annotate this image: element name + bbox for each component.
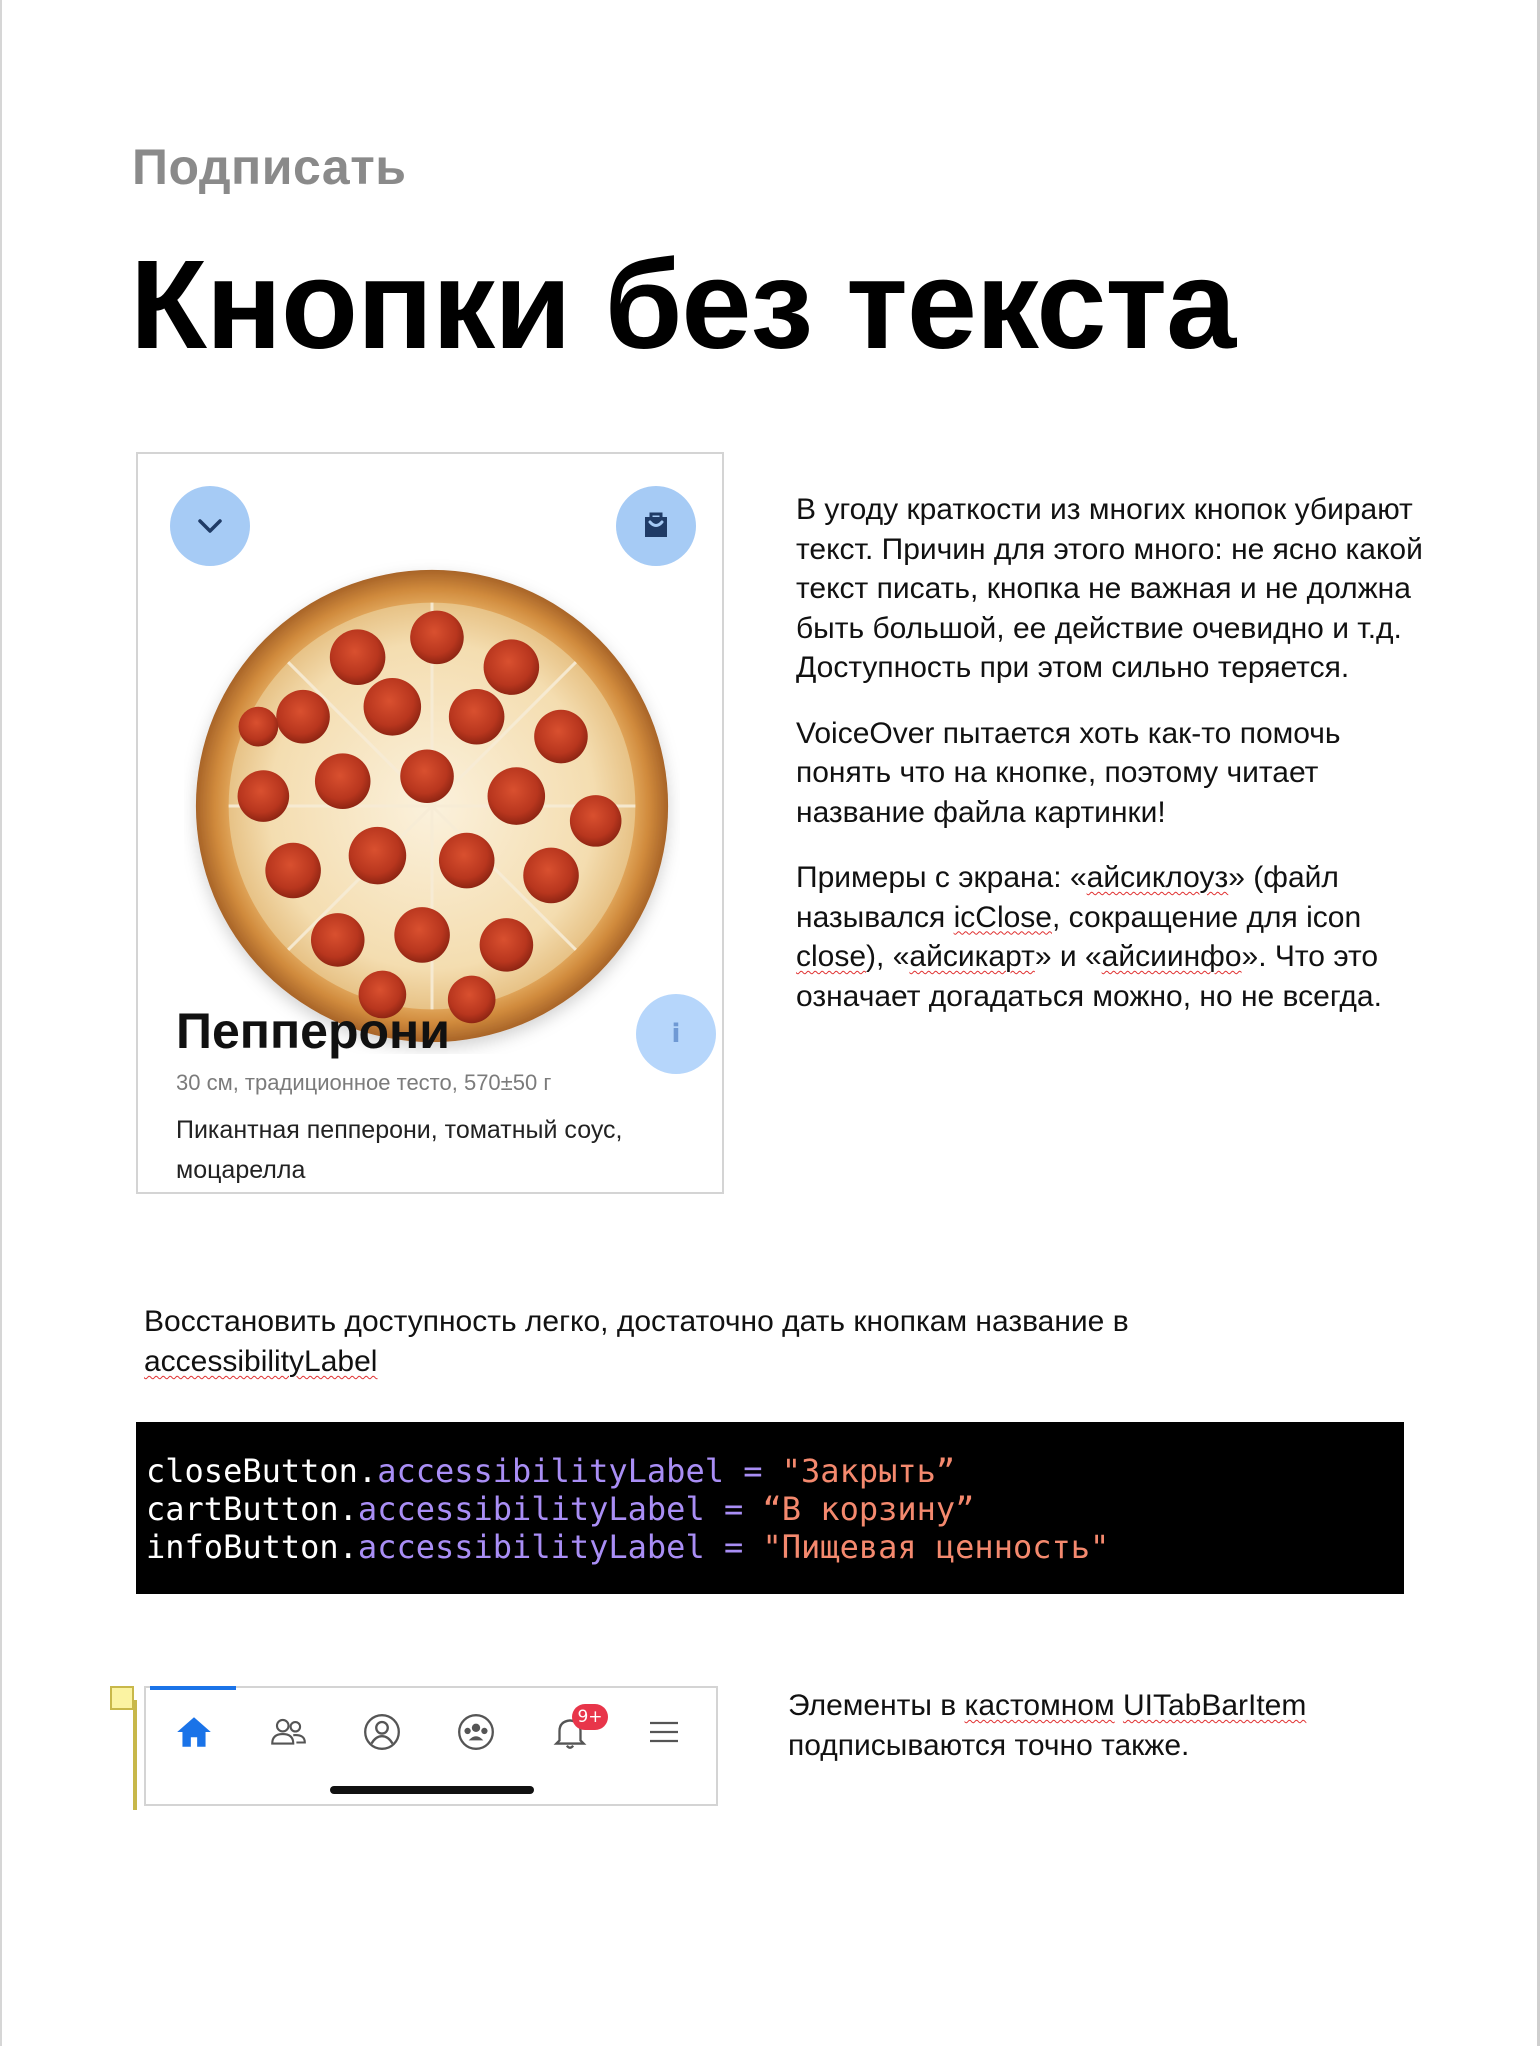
close-button[interactable] [170, 486, 250, 566]
code-dot: . [338, 1528, 358, 1566]
code-operator: = [704, 1490, 763, 1528]
tab-menu[interactable] [636, 1706, 692, 1758]
explanation-paragraph-2: VoiceOver пытается хоть как-то помочь по… [796, 716, 1341, 829]
code-string: "Пищевая ценность" [762, 1528, 1110, 1566]
spelling-flagged-word: close [796, 940, 867, 973]
code-property: accessibilityLabel [357, 1528, 705, 1566]
profile-icon [364, 1714, 400, 1750]
code-object: cartButton [146, 1490, 339, 1528]
cart-button[interactable] [616, 486, 696, 566]
spelling-flagged-word: accessibilityLabel [144, 1345, 378, 1378]
code-operator: = [723, 1452, 782, 1490]
active-tab-indicator [150, 1686, 236, 1690]
product-name: Пепперони [176, 1003, 450, 1059]
code-line: cartButton.accessibilityLabel = “В корзи… [146, 1490, 1394, 1528]
text-run: подписываются точно также. [788, 1729, 1190, 1762]
text-run [1115, 1689, 1123, 1722]
tab-home[interactable] [166, 1706, 222, 1758]
spelling-flagged-word: кастомном [964, 1689, 1115, 1722]
code-string: “В корзину” [762, 1490, 975, 1528]
info-icon: i [671, 1019, 681, 1049]
tab-friends[interactable] [260, 1706, 316, 1758]
chevron-down-icon [198, 519, 222, 533]
code-line: closeButton.accessibilityLabel = "Закрыт… [146, 1452, 1394, 1490]
spelling-flagged-word: айсикарт [909, 940, 1035, 973]
text-run: ), « [866, 940, 910, 973]
text-run: Восстановить доступность легко, достаточ… [144, 1305, 1129, 1338]
code-property: accessibilityLabel [377, 1452, 724, 1490]
text-run: Примеры с экрана: « [796, 861, 1087, 894]
comment-marker-line [133, 1700, 137, 1810]
code-block: closeButton.accessibilityLabel = "Закрыт… [136, 1422, 1404, 1594]
code-object: closeButton [146, 1452, 358, 1490]
explanation-text: В угоду краткости из многих кнопок убира… [796, 490, 1436, 1042]
code-dot: . [338, 1490, 358, 1528]
code-string: "Закрыть” [781, 1452, 956, 1490]
spelling-flagged-word: айсиклоуз [1086, 861, 1229, 894]
spelling-flagged-word: UITabBarItem [1122, 1689, 1307, 1722]
code-property: accessibilityLabel [357, 1490, 705, 1528]
product-description: Пикантная пепперони, томатный соус, моца… [176, 1116, 623, 1184]
notification-badge: 9+ [572, 1704, 608, 1730]
code-dot: . [357, 1452, 378, 1490]
page-edge-left [0, 0, 2, 2046]
tab-notifications[interactable]: 9+ [542, 1704, 608, 1758]
home-icon [177, 1717, 211, 1747]
home-indicator [330, 1786, 534, 1794]
code-object: infoButton [146, 1528, 339, 1566]
groups-icon [458, 1714, 494, 1750]
tab-bar: 9+ [144, 1686, 718, 1806]
tab-groups[interactable] [448, 1706, 504, 1758]
bag-icon [645, 512, 667, 537]
tab-profile[interactable] [354, 1706, 410, 1758]
slide-eyebrow: Подписать [132, 139, 407, 195]
code-line: infoButton.accessibilityLabel = "Пищевая… [146, 1528, 1394, 1566]
product-meta: 30 см, традиционное тесто, 570±50 г [176, 1070, 552, 1095]
code-operator: = [704, 1528, 763, 1566]
explanation-paragraph-1: В угоду краткости из многих кнопок убира… [796, 493, 1423, 684]
friends-icon [271, 1718, 306, 1745]
info-button[interactable]: i [636, 994, 716, 1074]
spelling-flagged-word: айсиинфо [1101, 940, 1242, 973]
menu-icon [650, 1721, 678, 1743]
comment-marker[interactable] [110, 1686, 134, 1710]
pizza-image [195, 569, 669, 1043]
tabbar-note: Элементы в кастомном UITabBarItem подпис… [788, 1686, 1408, 1766]
text-run: , сокращение для icon [1051, 900, 1362, 934]
text-run: » и « [1034, 940, 1102, 973]
slide-title: Кнопки без текста [130, 234, 1236, 375]
explanation-paragraph-3: Примеры с экрана: «айсиклоуз» (файл назы… [796, 858, 1436, 1016]
spelling-flagged-word: icClose [953, 900, 1052, 934]
restore-paragraph: Восстановить доступность легко, достаточ… [144, 1302, 1244, 1382]
text-run: Элементы в [788, 1689, 965, 1722]
pizza-card: i Пепперони 30 см, традиционное тесто, 5… [136, 452, 724, 1194]
